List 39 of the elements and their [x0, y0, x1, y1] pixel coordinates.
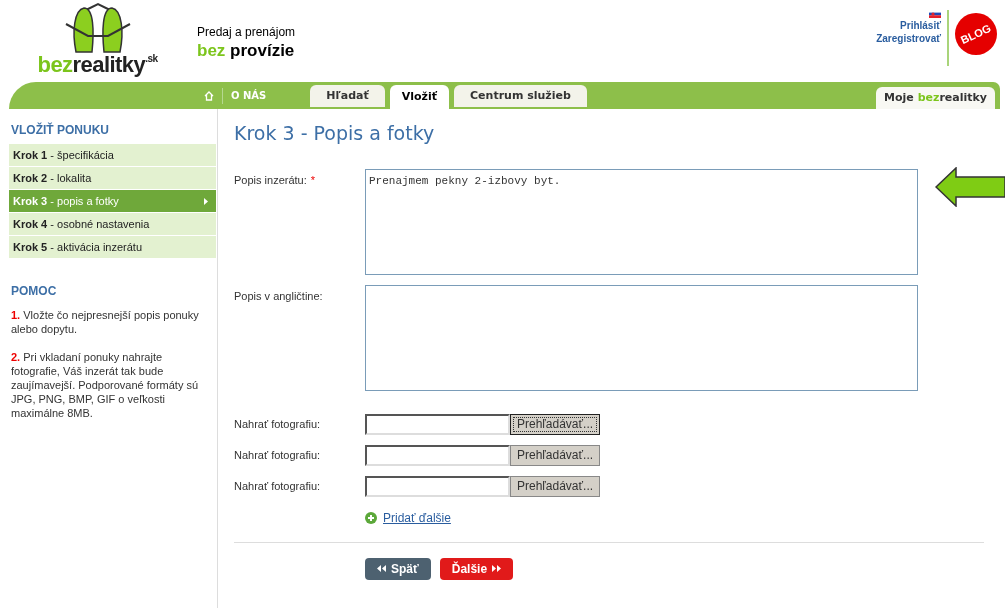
field-label: Nahrať fotografiu:	[234, 447, 322, 463]
sidebar-step[interactable]: Krok 4 - osobné nastavenia	[9, 213, 216, 235]
page-title: Krok 3 - Popis a fotky	[234, 121, 436, 146]
field-label: Popis v angličtine:	[234, 288, 323, 304]
required-mark: *	[310, 172, 316, 188]
sidebar-step[interactable]: Krok 2 - lokalita	[9, 167, 216, 189]
account-tab[interactable]: Moje bezrealitky	[876, 87, 995, 109]
nav-tab[interactable]: Vložiť	[389, 85, 450, 109]
flag-icon[interactable]	[929, 10, 941, 18]
help-text: 1. Vložte čo nejpresnejší popis ponuky alebo dopytu.	[11, 308, 200, 336]
description-field[interactable]: Prenajmem pekny 2-izbovy byt.	[365, 168, 918, 275]
field-label: Nahrať fotografiu:	[234, 416, 322, 432]
file-path-field[interactable]	[365, 413, 510, 435]
next-button[interactable]: Ďalšie	[439, 557, 514, 580]
nav-tab[interactable]: Centrum služieb	[454, 85, 587, 107]
file-path-field[interactable]	[365, 475, 510, 497]
description-field[interactable]	[365, 284, 918, 391]
browse-button[interactable]: Prehľadávať...	[510, 413, 601, 435]
sidebar-step[interactable]: Krok 1 - špecifikácia	[9, 144, 216, 166]
browse-button[interactable]: Prehľadávať...	[510, 444, 601, 466]
help-text: 2. Pri vkladaní ponuky nahrajte fotografie, Váš inzerát tak bude zaujímavejší. Podporované formáty sú JPG, PNG, BMP, GIF o veľkosti maximálne 8MB.	[11, 350, 200, 420]
file-path-field[interactable]	[365, 444, 510, 466]
account-link[interactable]: Prihlásiť	[900, 21, 941, 31]
tagline-slogan: bez provízie	[197, 40, 296, 62]
browse-button[interactable]: Prehľadávať...	[510, 475, 601, 497]
arrow-icon	[204, 197, 208, 205]
account-link[interactable]: Zaregistrovať	[876, 34, 941, 44]
field-label: Popis inzerátu:	[234, 172, 307, 188]
sidebar-step[interactable]: Krok 5 - aktivácia inzerátu	[9, 236, 216, 258]
tagline: Predaj a prenájom	[197, 25, 297, 40]
back-button[interactable]: Späť	[365, 557, 431, 580]
add-more-link[interactable]: Pridať ďalšie	[383, 508, 451, 527]
add-icon[interactable]	[365, 511, 377, 524]
sidebar-title: VLOŽIŤ PONUKU	[10, 121, 110, 139]
fast-forward-icon	[492, 565, 502, 572]
rewind-icon	[377, 565, 386, 572]
field-label: Nahrať fotografiu:	[234, 478, 322, 494]
help-title: POMOC	[10, 283, 58, 300]
nav-tab[interactable]: Hľadať	[310, 85, 385, 107]
